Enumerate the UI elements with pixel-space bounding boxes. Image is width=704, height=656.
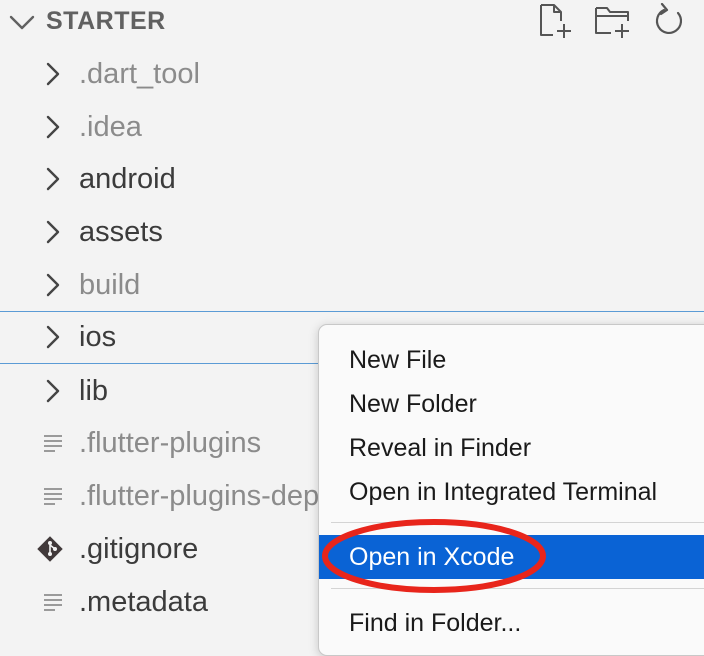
menu-item-open-in-xcode[interactable]: Open in Xcode <box>319 535 704 579</box>
tree-item-label: ios <box>79 321 117 353</box>
chevron-right-icon <box>46 62 60 86</box>
tree-item-label: .idea <box>79 111 142 143</box>
chevron-right-icon <box>46 273 60 297</box>
tree-item-build[interactable]: build <box>0 258 704 311</box>
section-title: STARTER <box>46 7 166 35</box>
file-lines-icon <box>44 594 62 611</box>
menu-item-find-in-folder[interactable]: Find in Folder... <box>319 601 704 645</box>
tree-item-label: assets <box>79 216 163 248</box>
tree-item-assets[interactable]: assets <box>0 205 704 258</box>
tree-item-label: android <box>79 163 176 195</box>
menu-item-label: Open in Integrated Terminal <box>349 478 658 506</box>
new-folder-icon[interactable] <box>594 3 630 39</box>
chevron-right-icon <box>46 379 60 403</box>
tree-item-dart-tool[interactable]: .dart_tool <box>0 47 704 100</box>
chevron-down-icon <box>9 15 35 30</box>
tree-item-label: .gitignore <box>79 533 199 565</box>
chevron-right-icon <box>46 220 60 244</box>
menu-separator <box>331 522 704 523</box>
tree-item-label: .flutter-plugins <box>79 427 262 459</box>
menu-item-label: Open in Xcode <box>349 543 515 571</box>
tree-item-label: build <box>79 269 141 301</box>
context-menu: New File New Folder Reveal in Finder Ope… <box>318 324 704 656</box>
tree-item-label: .dart_tool <box>79 58 200 90</box>
menu-separator <box>331 588 704 589</box>
tree-item-label: .metadata <box>79 586 208 618</box>
tree-item-android[interactable]: android <box>0 152 704 205</box>
menu-item-new-file[interactable]: New File <box>319 338 704 382</box>
menu-item-open-in-integrated-terminal[interactable]: Open in Integrated Terminal <box>319 470 704 514</box>
git-icon <box>37 536 63 562</box>
file-lines-icon <box>44 488 62 505</box>
file-lines-icon <box>44 435 62 452</box>
menu-item-label: Find in Folder... <box>349 609 522 637</box>
tree-item-idea[interactable]: .idea <box>0 100 704 153</box>
tree-item-label: lib <box>79 375 109 407</box>
menu-item-reveal-in-finder[interactable]: Reveal in Finder <box>319 426 704 470</box>
menu-item-label: New Folder <box>349 390 477 418</box>
refresh-icon[interactable] <box>651 3 687 39</box>
chevron-right-icon <box>46 325 60 349</box>
new-file-icon[interactable] <box>537 3 573 39</box>
chevron-right-icon <box>46 115 60 139</box>
menu-item-label: New File <box>349 346 447 374</box>
menu-item-new-folder[interactable]: New Folder <box>319 382 704 426</box>
menu-item-label: Reveal in Finder <box>349 434 532 462</box>
explorer-section-header[interactable]: STARTER <box>0 0 704 44</box>
chevron-right-icon <box>46 167 60 191</box>
